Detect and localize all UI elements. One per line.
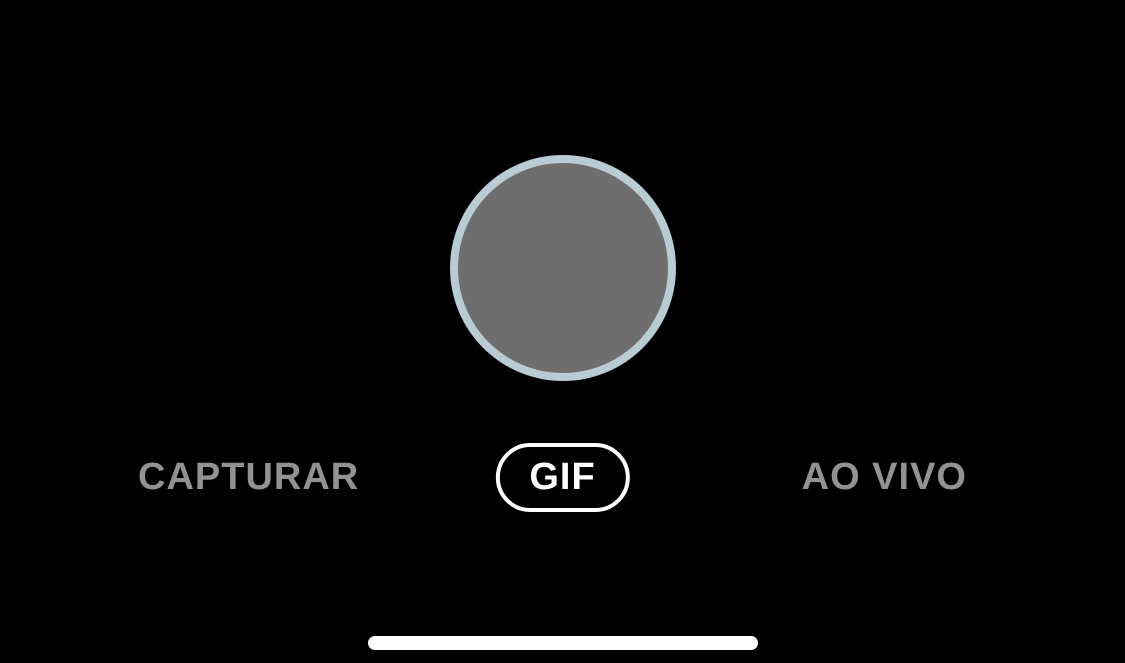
mode-tab-gif[interactable]: GIF	[495, 443, 629, 512]
mode-tab-label: CAPTURAR	[138, 456, 359, 498]
capture-button-inner	[458, 163, 668, 373]
mode-tab-label: GIF	[529, 456, 595, 499]
mode-tab-label: AO VIVO	[802, 456, 967, 498]
capture-button[interactable]	[450, 155, 676, 381]
mode-tab-capture[interactable]: CAPTURAR	[138, 456, 359, 499]
mode-tab-pill: GIF	[495, 443, 629, 512]
mode-tab-live[interactable]: AO VIVO	[802, 456, 967, 499]
home-indicator[interactable]	[368, 636, 758, 650]
